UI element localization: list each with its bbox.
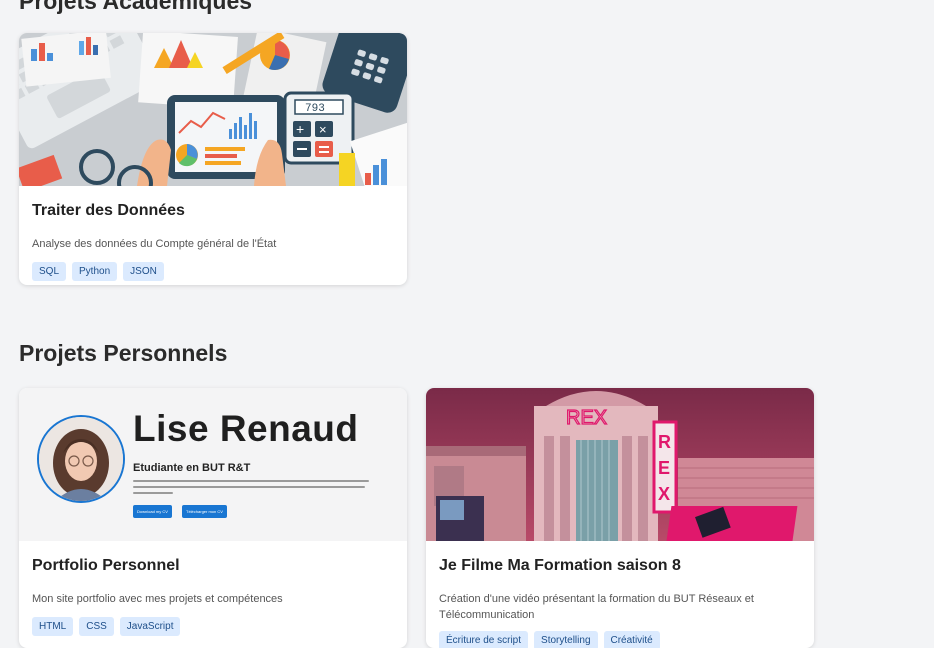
- section-title-academic: Projets Académiques: [19, 0, 252, 15]
- tag: SQL: [32, 262, 66, 281]
- rex-cinema-illustration: REX R E X: [426, 388, 814, 541]
- tag-list: SQL Python JSON: [32, 262, 394, 281]
- svg-text:R: R: [658, 432, 671, 452]
- preview-telecharger-button: Télécharger mon CV: [182, 505, 227, 518]
- card-description: Analyse des données du Compte général de…: [32, 236, 394, 252]
- card-title: Traiter des Données: [32, 202, 394, 220]
- calculator-display: 793: [305, 103, 325, 115]
- svg-text:X: X: [658, 484, 670, 504]
- avatar: [37, 415, 125, 503]
- card-description: Création d'une vidéo présentant la forma…: [439, 591, 801, 623]
- svg-text:×: ×: [319, 122, 327, 137]
- preview-name: Lise Renaud: [133, 408, 359, 450]
- section-title-personal: Projets Personnels: [19, 340, 227, 367]
- preview-text-line: [133, 492, 173, 494]
- tag: Écriture de script: [439, 631, 528, 648]
- tag-list: Écriture de script Storytelling Créativi…: [439, 631, 801, 648]
- tag: JSON: [123, 262, 164, 281]
- tag: Storytelling: [534, 631, 597, 648]
- project-card-je-filme[interactable]: REX R E X Je Filme Ma Formation saison 8…: [426, 388, 814, 648]
- svg-text:E: E: [658, 458, 670, 478]
- tag: Python: [72, 262, 117, 281]
- card-description: Mon site portfolio avec mes projets et c…: [32, 591, 394, 607]
- tag: HTML: [32, 617, 73, 636]
- data-analysis-illustration: 793 + ×: [19, 33, 407, 186]
- portfolio-preview: Lise Renaud Etudiante en BUT R&T Downloa…: [19, 388, 407, 541]
- preview-subtitle: Etudiante en BUT R&T: [133, 462, 250, 474]
- tag-list: HTML CSS JavaScript: [32, 617, 394, 636]
- tag: Créativité: [604, 631, 660, 648]
- tag: JavaScript: [120, 617, 181, 636]
- tag: CSS: [79, 617, 114, 636]
- card-title: Portfolio Personnel: [32, 557, 394, 575]
- project-card-portfolio[interactable]: Lise Renaud Etudiante en BUT R&T Downloa…: [19, 388, 407, 648]
- card-title: Je Filme Ma Formation saison 8: [439, 557, 801, 575]
- preview-text-line: [133, 480, 369, 482]
- rex-top-sign: REX: [566, 407, 607, 429]
- preview-download-button: Download my CV: [133, 505, 172, 518]
- preview-text-line: [133, 486, 365, 488]
- svg-text:+: +: [296, 121, 304, 137]
- project-card-traiter-donnees[interactable]: 793 + × Traiter des Données Analyse des …: [19, 33, 407, 285]
